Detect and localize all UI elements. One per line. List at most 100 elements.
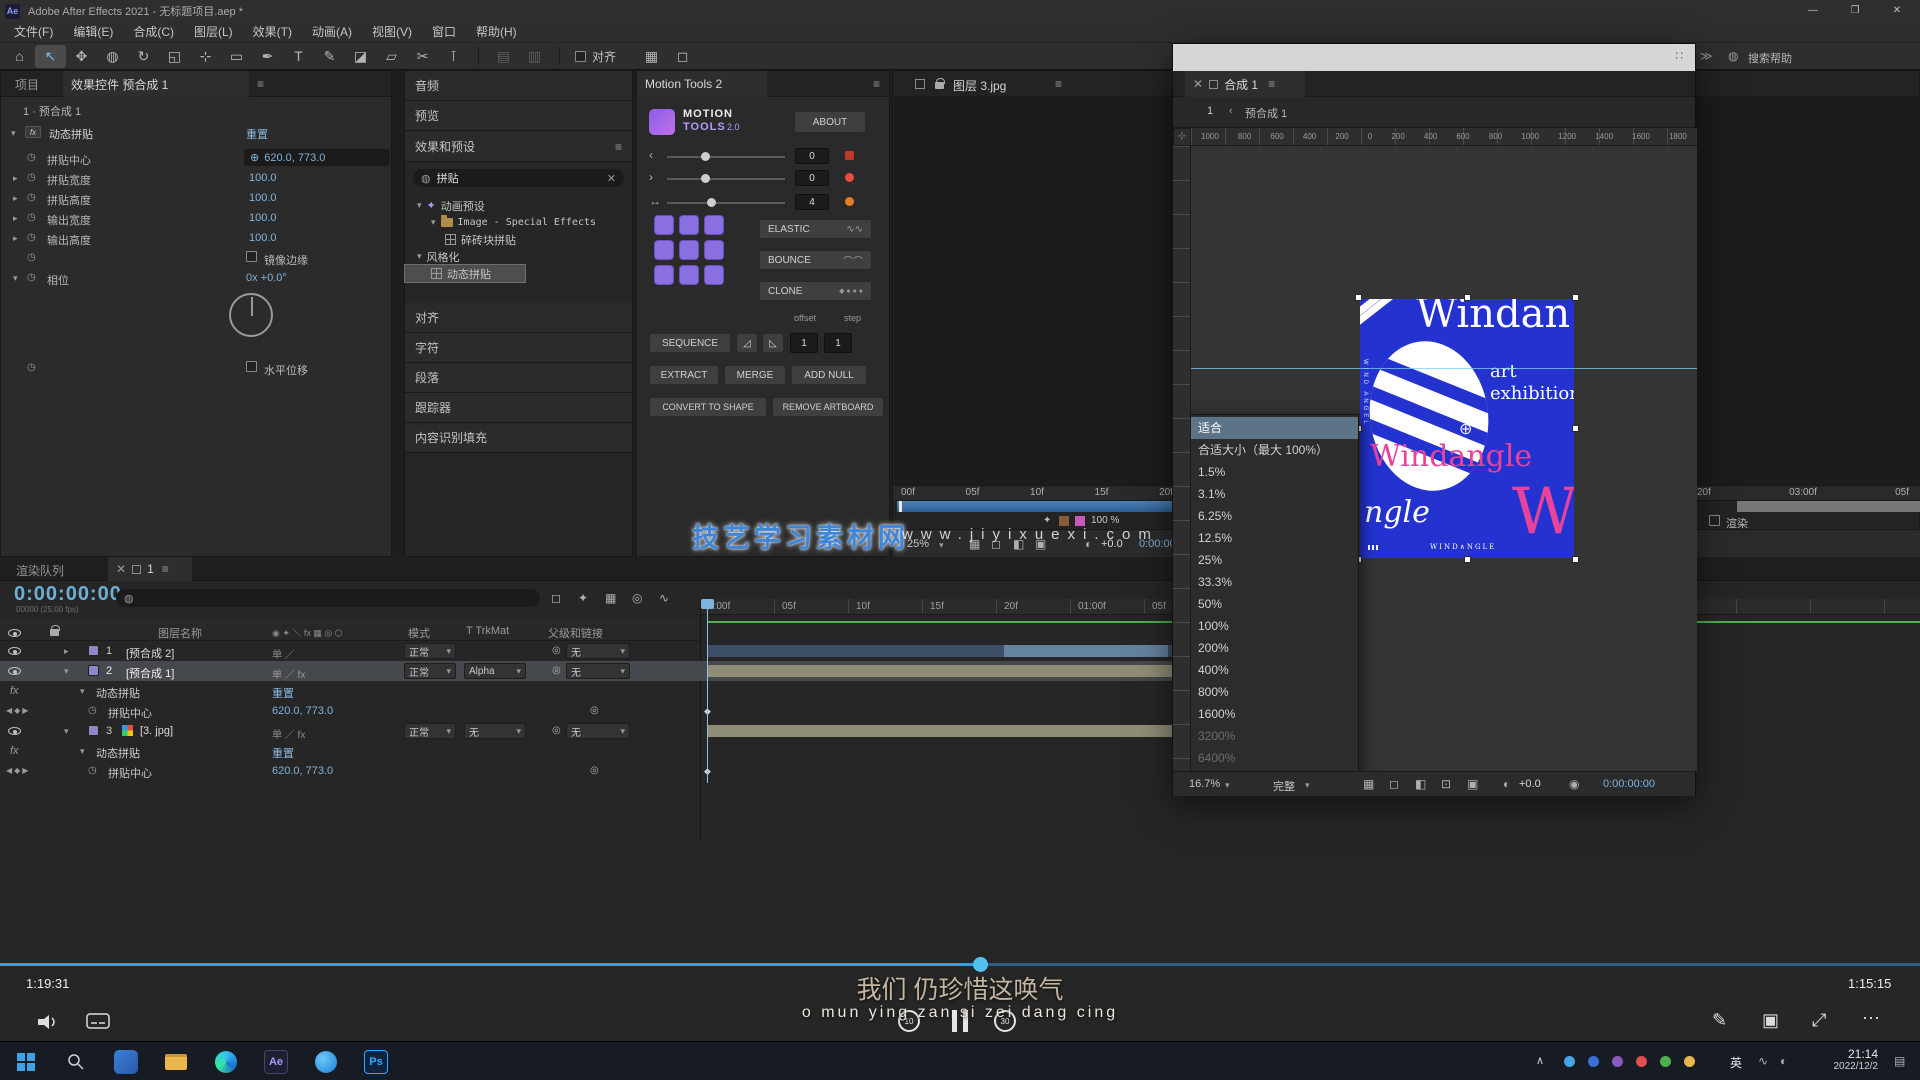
ime-indicator[interactable]: 英	[1730, 1054, 1742, 1071]
zoom-menu-item[interactable]: 1.5%	[1191, 461, 1358, 483]
progress-bar-remaining[interactable]	[980, 963, 1920, 966]
panel-menu-icon[interactable]: ≡	[257, 77, 264, 91]
zoom-menu-item[interactable]: 12.5%	[1191, 527, 1358, 549]
stopwatch-icon[interactable]: ◷	[27, 362, 36, 373]
toolbar-tool-icon[interactable]: ⊺	[438, 45, 469, 68]
parent-dropdown[interactable]: 无▾	[566, 663, 630, 679]
clear-search-icon[interactable]: ✕	[607, 172, 616, 185]
elastic-button[interactable]: ELASTIC∿∿	[759, 219, 872, 239]
tracker-panel-header[interactable]: 跟踪器	[405, 393, 632, 423]
tray-app-icon[interactable]	[1684, 1056, 1695, 1067]
poster-selection[interactable]: Windan WIND ANGEL art exhibition Windang…	[1358, 297, 1576, 560]
mask-visibility-icon[interactable]: ◧	[1415, 777, 1426, 791]
tab-render-queue[interactable]: 渲染队列	[16, 562, 64, 579]
panel-menu-icon[interactable]: ≡	[873, 77, 880, 91]
effect-name[interactable]: 动态拼贴	[96, 685, 140, 701]
comp-timecode[interactable]: 0:00:00:00	[1603, 778, 1655, 790]
keyframe-nav-icon[interactable]: ◀◆▶	[6, 706, 30, 715]
chevron-down-icon[interactable]: ▾	[64, 726, 69, 737]
sequence-step-input[interactable]: 1	[824, 333, 852, 353]
eye-toggle-icon[interactable]	[8, 727, 21, 735]
nav-comp-name[interactable]: 预合成 1	[1245, 105, 1287, 121]
selection-handle[interactable]	[1572, 425, 1579, 432]
panel-menu-icon[interactable]: ≡	[162, 562, 169, 576]
effect-name[interactable]: 动态拼贴	[49, 126, 93, 142]
menu-item[interactable]: 图层(L)	[184, 22, 243, 43]
menu-item[interactable]: 编辑(E)	[63, 22, 123, 43]
zoom-menu-item[interactable]: 800%	[1191, 681, 1358, 703]
property-value[interactable]: 620.0, 773.0	[272, 705, 333, 717]
stopwatch-icon[interactable]: ◷	[27, 232, 36, 243]
menu-item[interactable]: 帮助(H)	[466, 22, 527, 43]
paragraph-panel-header[interactable]: 段落	[405, 363, 632, 393]
character-panel-header[interactable]: 字符	[405, 333, 632, 363]
floating-window-titlebar[interactable]: ∷	[1173, 44, 1695, 71]
slider-value[interactable]: 4	[795, 194, 829, 210]
slider-track[interactable]	[667, 156, 785, 158]
anchor-grid-cell[interactable]	[654, 240, 674, 260]
pick-whip-icon[interactable]: ◎	[590, 765, 599, 776]
exposure-value[interactable]: +0.0	[1519, 778, 1541, 790]
timeline-timecode[interactable]: 0:00:00:00	[14, 583, 122, 606]
layer-duration-bar[interactable]	[708, 665, 1172, 677]
menu-item[interactable]: 合成(C)	[123, 22, 184, 43]
horizontal-shift-checkbox[interactable]	[246, 361, 257, 372]
eye-toggle-icon[interactable]	[8, 667, 21, 675]
toolbar-overflow-icon[interactable]: ≫	[1700, 49, 1713, 63]
anchor-point-icon[interactable]: ⊕	[1459, 419, 1472, 439]
zoom-menu-item[interactable]: 50%	[1191, 593, 1358, 615]
zoom-menu-item[interactable]: 33.3%	[1191, 571, 1358, 593]
audio-panel-header[interactable]: 音频	[405, 71, 632, 101]
chevron-down-icon[interactable]: ▾	[13, 273, 18, 284]
menu-item[interactable]: 动画(A)	[302, 22, 362, 43]
menu-item[interactable]: 视图(V)	[362, 22, 422, 43]
slider-knob[interactable]	[701, 152, 710, 161]
merge-button[interactable]: MERGE	[724, 365, 786, 385]
vertical-ruler[interactable]	[1173, 146, 1191, 771]
label-color-chip[interactable]	[88, 725, 99, 736]
playhead-line[interactable]	[707, 599, 708, 783]
layer-switches[interactable]: 单 ／ fx	[272, 726, 305, 741]
zoom-menu-item[interactable]: 200%	[1191, 637, 1358, 659]
tray-app-icon[interactable]	[1588, 1056, 1599, 1067]
channel-chip-icon[interactable]	[1075, 516, 1085, 526]
anchor-grid-cell[interactable]	[679, 215, 699, 235]
preview-panel-header[interactable]: 预览	[405, 101, 632, 131]
pick-whip-icon[interactable]: ◎	[552, 725, 561, 736]
tray-app-icon[interactable]	[1636, 1056, 1647, 1067]
layer-switches[interactable]: 单 ／ fx	[272, 666, 305, 681]
horizontal-ruler[interactable]: 1000800600400200020040060080010001200140…	[1191, 128, 1697, 146]
menu-item[interactable]: 窗口	[422, 22, 466, 43]
label-color-chip[interactable]	[88, 665, 99, 676]
chevron-down-icon[interactable]: ▾	[11, 128, 16, 139]
comp-viewport[interactable]: Windan WIND ANGEL art exhibition Windang…	[1191, 146, 1697, 771]
chevron-right-icon[interactable]: ▸	[13, 213, 18, 224]
volume-tray-icon[interactable]: ◐	[1780, 1054, 1787, 1068]
chevron-right-icon[interactable]: ▸	[64, 646, 69, 657]
column-parent[interactable]: 父级和链接	[548, 625, 603, 641]
file-explorer-icon[interactable]	[164, 1050, 188, 1074]
tab-effect-controls[interactable]: 效果控件 预合成 1	[63, 71, 249, 97]
stopwatch-icon[interactable]: ◷	[27, 192, 36, 203]
slider-value[interactable]: 0	[795, 170, 829, 186]
anchor-grid-cell[interactable]	[679, 240, 699, 260]
timeline-search-box[interactable]: ◍	[116, 589, 540, 607]
clone-button[interactable]: CLONE◆ ● ● ●	[759, 281, 872, 301]
photoshop-icon[interactable]: Ps	[364, 1050, 388, 1074]
stopwatch-icon[interactable]: ◷	[27, 252, 36, 263]
search-icon[interactable]: ◍	[1728, 49, 1738, 63]
layer-switches[interactable]: 单 ／	[272, 646, 295, 661]
fx-badge-icon[interactable]: fx	[25, 126, 41, 138]
zoom-menu-item[interactable]: 3.1%	[1191, 483, 1358, 505]
snapshot-camera-icon[interactable]: ◉	[1569, 777, 1579, 791]
shy-layers-icon[interactable]: ✦	[578, 591, 588, 605]
chevron-down-icon[interactable]: ▾	[80, 746, 85, 757]
stopwatch-icon[interactable]: ◷	[88, 705, 97, 716]
tab-composition[interactable]: ✕ 合成 1 ≡	[1185, 71, 1305, 97]
zoom-menu-item[interactable]: 合适大小（最大 100%）	[1191, 439, 1358, 461]
menu-item[interactable]: 效果(T)	[243, 22, 302, 43]
parent-dropdown[interactable]: 无▾	[566, 643, 630, 659]
toolbar-tool-icon[interactable]: ✥	[66, 45, 97, 68]
tree-item-folder[interactable]: ▾ Image - Special Effects	[405, 214, 632, 231]
presets-search-box[interactable]: ◍ 拼贴 ✕	[413, 169, 624, 187]
